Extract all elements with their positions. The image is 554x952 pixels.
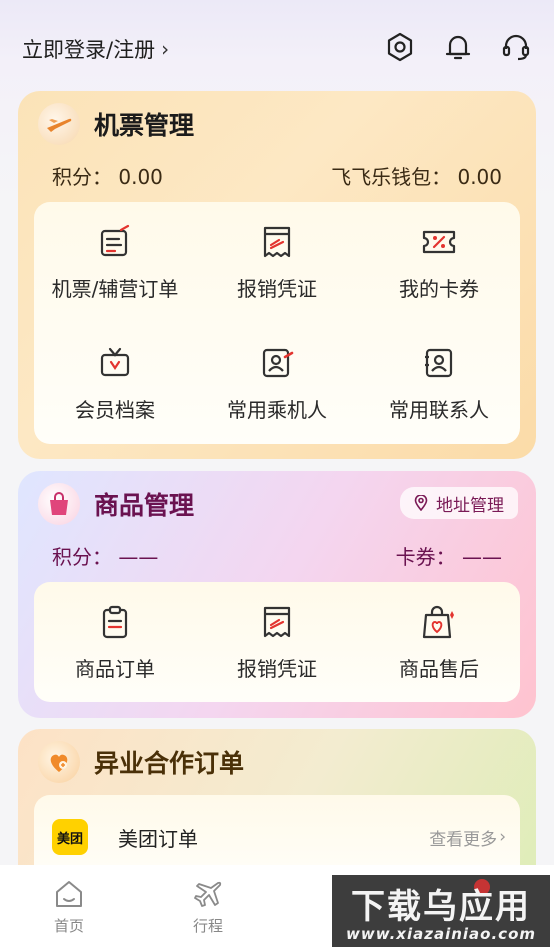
goods-coupon-value: —— xyxy=(462,545,502,569)
after-sales-bag-icon xyxy=(420,603,458,641)
flight-menu-panel: 机票/辅营订单 报销凭证 我的卡券 会员档案 常用乘机人 常用联系人 xyxy=(34,202,520,444)
member-tv-icon xyxy=(96,344,134,382)
tab-trip[interactable]: 行程 xyxy=(168,879,248,936)
frequent-passengers-label: 常用乘机人 xyxy=(227,398,327,422)
my-coupons-item[interactable]: 我的卡券 xyxy=(358,202,520,323)
flight-orders-item[interactable]: 机票/辅营订单 xyxy=(34,202,196,323)
flight-stats: 积分： 0.00 飞飞乐钱包： 0.00 xyxy=(52,161,502,190)
airplane-icon xyxy=(194,881,222,907)
coupon-icon xyxy=(420,223,458,261)
bell-icon[interactable] xyxy=(442,30,474,64)
chevron-right-icon: › xyxy=(161,37,170,61)
address-management-button[interactable]: 地址管理 xyxy=(400,487,518,519)
receipt-icon xyxy=(258,223,296,261)
goods-stats: 积分： —— 卡券： —— xyxy=(52,541,502,570)
login-register-link[interactable]: 立即登录/注册 › xyxy=(22,34,169,64)
frequent-contacts-label: 常用联系人 xyxy=(389,398,489,422)
login-register-label: 立即登录/注册 xyxy=(22,38,156,62)
order-list-icon xyxy=(96,223,134,261)
home-icon xyxy=(56,881,82,907)
plane-icon xyxy=(38,103,80,145)
flight-points-label: 积分： xyxy=(52,165,112,189)
tab-trip-label: 行程 xyxy=(192,917,223,935)
flight-receipt-label: 报销凭证 xyxy=(237,277,317,301)
goods-management-card: 商品管理 地址管理 积分： —— 卡券： —— 商品订单 报销凭证 商品售后 xyxy=(18,471,536,718)
clipboard-icon xyxy=(96,603,134,641)
watermark-url: www.xiazainiao.com xyxy=(345,925,537,943)
meituan-logo: 美团 xyxy=(52,819,88,855)
flight-receipt-item[interactable]: 报销凭证 xyxy=(196,202,358,323)
view-more-label: 查看更多 xyxy=(429,829,498,850)
partner-card-header: 异业合作订单 xyxy=(38,741,244,783)
goods-menu-panel: 商品订单 报销凭证 商品售后 xyxy=(34,582,520,702)
flight-points-value: 0.00 xyxy=(118,165,163,189)
goods-orders-item[interactable]: 商品订单 xyxy=(34,582,196,702)
tab-home-label: 首页 xyxy=(53,917,84,935)
header-actions xyxy=(384,30,532,64)
flight-points[interactable]: 积分： 0.00 xyxy=(52,161,163,190)
flight-wallet-value: 0.00 xyxy=(457,165,502,189)
flight-wallet-label: 飞飞乐钱包： xyxy=(331,165,452,189)
view-more-link[interactable]: 查看更多 › xyxy=(429,825,506,850)
flight-orders-label: 机票/辅营订单 xyxy=(51,277,179,301)
flight-wallet[interactable]: 飞飞乐钱包： 0.00 xyxy=(331,161,502,190)
chevron-right-icon: › xyxy=(499,827,506,847)
member-profile-label: 会员档案 xyxy=(75,398,155,422)
member-profile-item[interactable]: 会员档案 xyxy=(34,323,196,444)
address-management-label: 地址管理 xyxy=(436,495,504,516)
goods-points-value: —— xyxy=(118,545,159,569)
goods-card-header: 商品管理 xyxy=(38,483,194,525)
meituan-orders-label: 美团订单 xyxy=(118,826,198,851)
location-pin-icon xyxy=(414,495,428,511)
goods-card-title: 商品管理 xyxy=(94,491,195,520)
my-coupons-label: 我的卡券 xyxy=(399,277,479,301)
flight-card-header: 机票管理 xyxy=(38,103,194,145)
flight-card-title: 机票管理 xyxy=(94,111,195,140)
goods-points-label: 积分： xyxy=(52,545,112,569)
watermark-main-text: 下载乌应用 xyxy=(351,887,531,927)
receipt-icon xyxy=(258,603,296,641)
frequent-passengers-item[interactable]: 常用乘机人 xyxy=(196,323,358,444)
partner-card-title: 异业合作订单 xyxy=(94,749,245,778)
after-sales-item[interactable]: 商品售后 xyxy=(358,582,520,702)
watermark-overlay: 下载乌应用 www.xiazainiao.com xyxy=(332,875,550,947)
settings-icon[interactable] xyxy=(384,30,416,64)
tab-home[interactable]: 首页 xyxy=(29,879,109,936)
passenger-id-icon xyxy=(258,344,296,382)
goods-receipt-item[interactable]: 报销凭证 xyxy=(196,582,358,702)
headset-icon[interactable] xyxy=(500,30,532,64)
goods-coupons[interactable]: 卡券： —— xyxy=(396,541,502,570)
goods-points[interactable]: 积分： —— xyxy=(52,541,158,570)
top-bar: 立即登录/注册 › xyxy=(0,0,554,96)
goods-receipt-label: 报销凭证 xyxy=(237,656,317,681)
contact-id-icon xyxy=(420,344,458,382)
shopping-bag-icon xyxy=(38,483,80,525)
after-sales-label: 商品售后 xyxy=(399,656,479,681)
goods-coupon-label: 卡券： xyxy=(395,545,456,569)
meituan-orders-row[interactable]: 美团 美团订单 查看更多 › xyxy=(52,817,506,857)
partner-heart-icon xyxy=(38,741,80,783)
flight-management-card: 机票管理 积分： 0.00 飞飞乐钱包： 0.00 机票/辅营订单 报销凭证 我… xyxy=(18,91,536,459)
goods-orders-label: 商品订单 xyxy=(75,656,155,681)
frequent-contacts-item[interactable]: 常用联系人 xyxy=(358,323,520,444)
